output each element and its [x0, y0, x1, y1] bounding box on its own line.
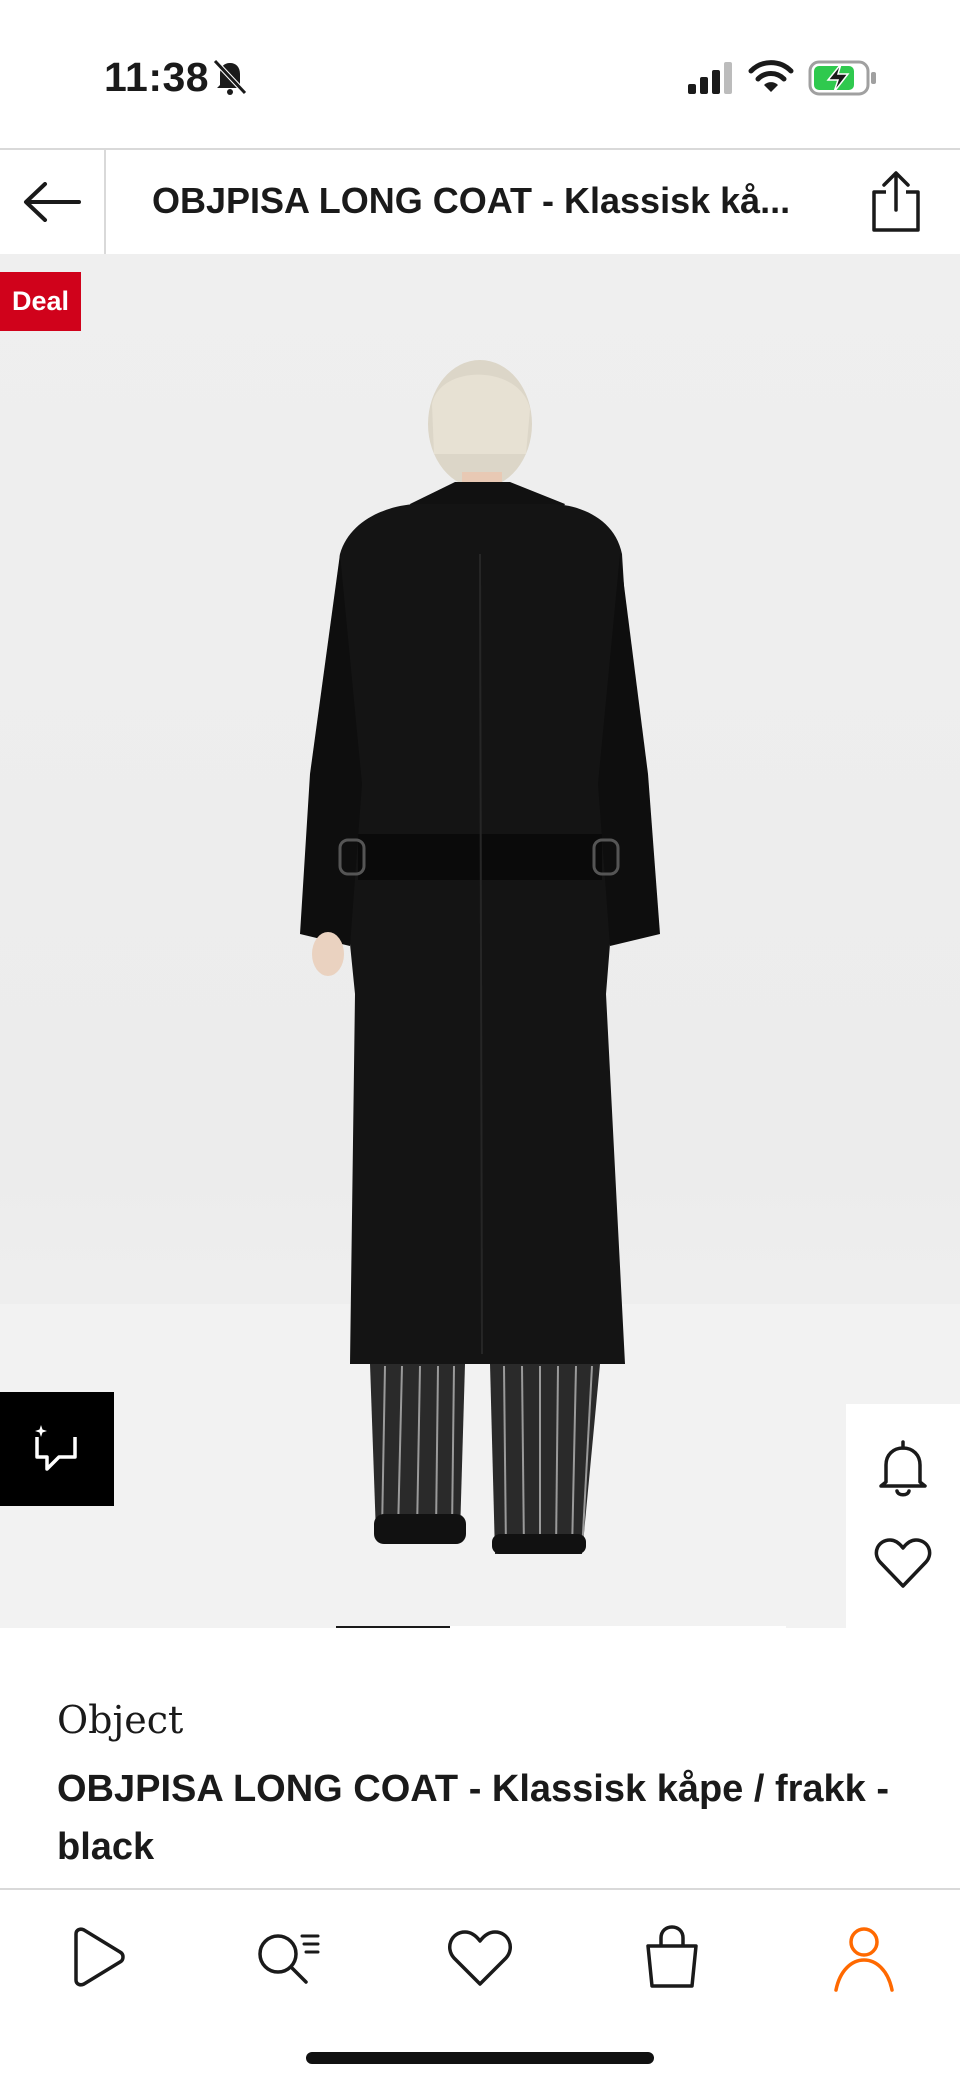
product-image[interactable]: Deal	[0, 254, 960, 1628]
home-indicator[interactable]	[306, 2052, 654, 2064]
bell-off-icon	[213, 59, 247, 95]
wishlist-button[interactable]	[872, 1532, 934, 1594]
brand-name[interactable]: Object	[57, 1698, 183, 1742]
status-time: 11:38	[104, 54, 210, 100]
nav-home[interactable]	[58, 1920, 134, 1996]
nav-bag[interactable]	[634, 1920, 710, 1996]
bell-icon	[879, 1440, 927, 1497]
product-name: OBJPISA LONG COAT - Klassisk kåpe / frak…	[57, 1768, 890, 1868]
arrow-left-icon	[24, 182, 81, 222]
wifi-icon	[748, 60, 794, 92]
notify-button[interactable]	[872, 1438, 934, 1500]
signal-icon	[688, 62, 732, 94]
visual-search-button[interactable]	[0, 1392, 114, 1506]
status-bar: 11:38	[0, 0, 960, 148]
share-button[interactable]	[866, 170, 926, 234]
back-button[interactable]	[0, 150, 106, 254]
side-actions	[846, 1404, 960, 1628]
product-info: Object OBJPISA LONG COAT - Klassisk kåpe…	[0, 1628, 960, 1888]
nav-account[interactable]	[826, 1920, 902, 1996]
header-bar: OBJPISA LONG COAT - Klassisk kå...	[0, 148, 960, 256]
battery-charging-icon	[808, 60, 876, 96]
page-title: OBJPISA LONG COAT - Klassisk kå...	[152, 180, 791, 221]
heart-icon	[448, 1930, 512, 1986]
heart-icon	[874, 1538, 932, 1588]
person-icon	[834, 1927, 894, 1992]
play-icon	[74, 1927, 125, 1987]
nav-wishlist[interactable]	[442, 1920, 518, 1996]
share-icon	[872, 171, 920, 232]
visual-search-icon	[35, 1425, 77, 1471]
search-list-icon	[258, 1934, 320, 1984]
deal-badge: Deal	[0, 272, 82, 331]
bag-icon	[646, 1925, 698, 1988]
model-photo	[300, 360, 660, 1554]
nav-search[interactable]	[250, 1920, 326, 1996]
